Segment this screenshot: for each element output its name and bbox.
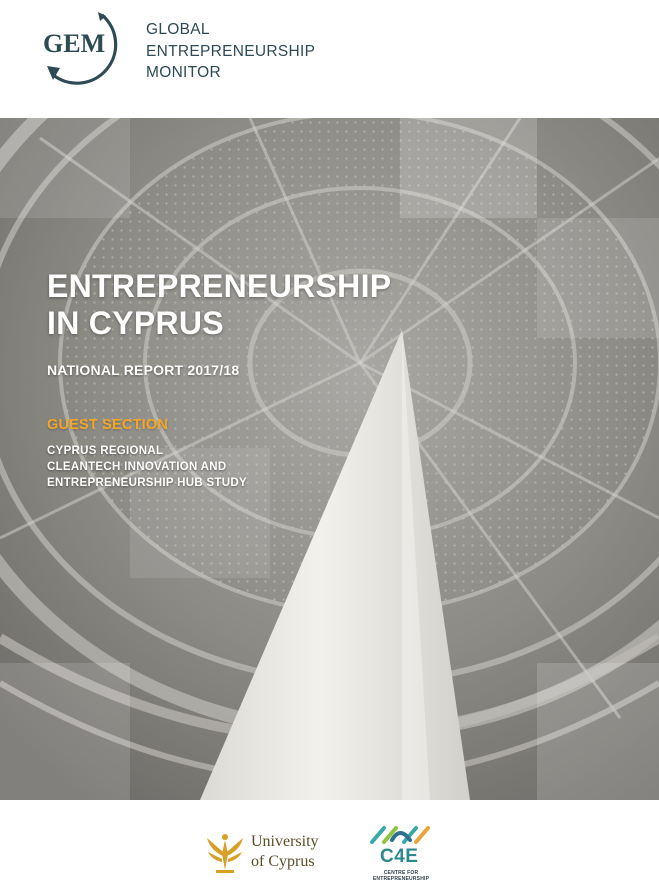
c4e-tagline: CENTRE FOR ENTREPRENEURSHIP: [372, 870, 430, 882]
c4e-logo: C4E CENTRE FOR ENTREPRENEURSHIP: [366, 822, 436, 882]
university-name-line-2: of Cyprus: [251, 853, 315, 870]
cover-photo: ENTREPRENEURSHIP IN CYPRUS NATIONAL REPO…: [0, 118, 659, 800]
report-title-line-1: ENTREPRENEURSHIP: [47, 268, 392, 304]
report-title: ENTREPRENEURSHIP IN CYPRUS: [47, 268, 391, 342]
report-subtitle: NATIONAL REPORT 2017/18: [47, 362, 240, 378]
guest-section-line-3: ENTREPRENEURSHIP HUB STUDY: [47, 477, 247, 489]
guest-section-line-1: CYPRUS REGIONAL: [47, 445, 164, 457]
university-name: University of Cyprus: [251, 832, 319, 872]
c4e-name: C4E: [380, 846, 419, 867]
gem-logo-text: GEM: [43, 29, 105, 58]
university-logo: University of Cyprus: [204, 826, 334, 880]
org-name-line-1: GLOBAL: [146, 21, 210, 38]
org-name: GLOBAL ENTREPRENEURSHIP MONITOR: [146, 19, 315, 84]
guest-section-body: CYPRUS REGIONAL CLEANTECH INNOVATION AND…: [47, 443, 391, 491]
footer: University of Cyprus C4E CENTRE FOR ENTR…: [0, 800, 659, 882]
guest-section-line-2: CLEANTECH INNOVATION AND: [47, 461, 227, 473]
cover-text-block: ENTREPRENEURSHIP IN CYPRUS NATIONAL REPO…: [47, 268, 391, 491]
guest-section-heading: GUEST SECTION: [47, 417, 169, 433]
university-of-cyprus-crest-icon: [207, 834, 243, 873]
org-name-line-2: ENTREPRENEURSHIP: [146, 42, 316, 60]
org-name-line-3: MONITOR: [146, 64, 222, 81]
header: GEM GLOBAL ENTREPRENEURSHIP MONITOR: [0, 0, 659, 118]
gem-logo-icon: GEM: [43, 12, 118, 85]
university-name-line-1: University: [251, 833, 319, 850]
report-title-line-2: IN CYPRUS: [47, 305, 224, 341]
c4e-logo-icon: [370, 826, 430, 844]
